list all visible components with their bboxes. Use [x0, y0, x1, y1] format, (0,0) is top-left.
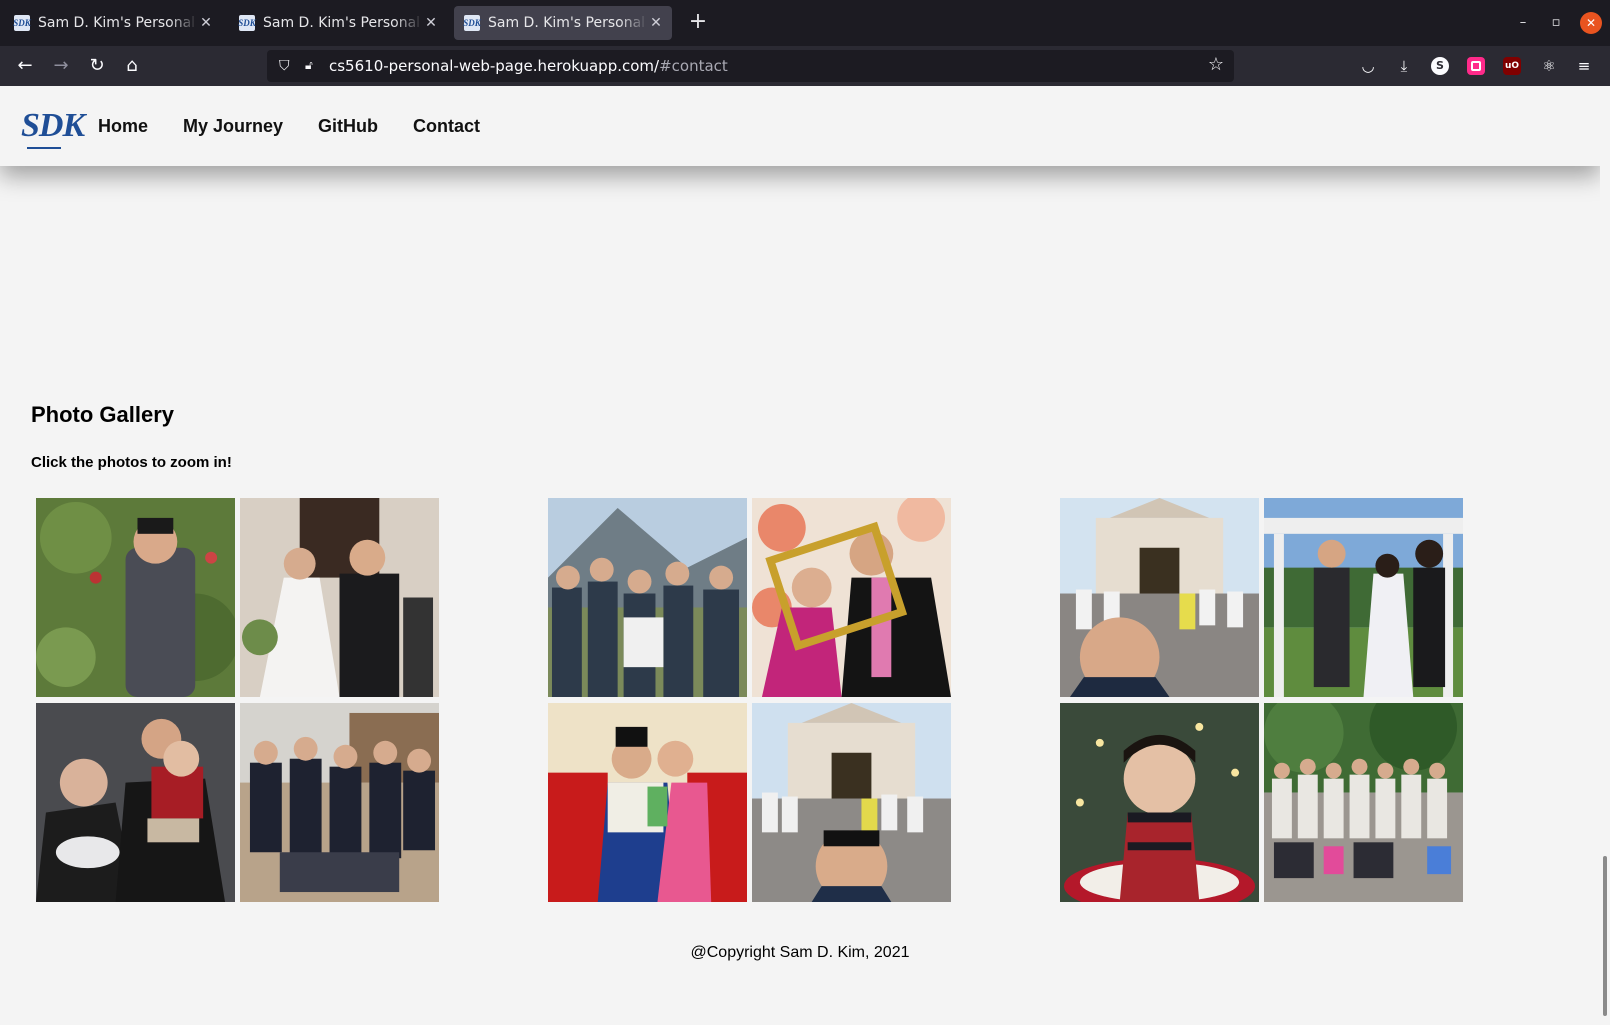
site-favicon-icon: SDK: [463, 15, 481, 31]
scrollbar-thumb[interactable]: [1603, 856, 1607, 1016]
back-arrow-icon[interactable]: ←: [10, 52, 40, 80]
extension-pink-icon[interactable]: [1467, 57, 1485, 75]
photo-group-2: [548, 498, 951, 902]
page-viewport: SDK Home My Journey GitHub Contact Photo…: [0, 86, 1600, 1025]
ublock-origin-icon[interactable]: uO: [1503, 57, 1521, 75]
tab-close-icon[interactable]: ✕: [648, 15, 664, 31]
tab-close-icon[interactable]: ✕: [198, 15, 214, 31]
gallery-photo-wedding-officiant[interactable]: [1264, 498, 1463, 697]
nav-link-contact[interactable]: Contact: [413, 116, 480, 137]
gallery-photo-friends-indoors[interactable]: [240, 703, 439, 902]
insecure-lock-icon[interactable]: 🔓︎: [305, 58, 321, 74]
site-navbar: SDK Home My Journey GitHub Contact: [0, 86, 1600, 166]
address-bar[interactable]: ⛉ 🔓︎ cs5610-personal-web-page.herokuapp.…: [267, 50, 1234, 82]
browser-toolbar: ← → ↻ ⌂ ⛉ 🔓︎ cs5610-personal-web-page.he…: [0, 46, 1610, 86]
pocket-icon[interactable]: ◡: [1357, 55, 1379, 77]
tab-title: Sam D. Kim's Personal Web Page: [263, 15, 423, 31]
gallery-photo-frame-couple[interactable]: [752, 498, 951, 697]
downloads-icon[interactable]: ⤓: [1393, 55, 1415, 77]
tab-strip: SDK Sam D. Kim's Personal Web Page ✕ SDK…: [0, 0, 1610, 46]
gallery-photo-apple-orchard[interactable]: [36, 498, 235, 697]
sdk-logo[interactable]: SDK: [21, 107, 85, 149]
photo-group-1: [36, 498, 439, 902]
extension-s-icon[interactable]: S: [1431, 57, 1449, 75]
gallery-photo-wedding[interactable]: [240, 498, 439, 697]
app-menu-hamburger-icon[interactable]: ≡: [1573, 55, 1595, 77]
minimize-window-icon[interactable]: –: [1512, 12, 1534, 34]
tab-title: Sam D. Kim's Personal Web Page: [38, 15, 198, 31]
footer-copyright: @Copyright Sam D. Kim, 2021: [690, 944, 910, 961]
gallery-photo-large-group[interactable]: [1264, 703, 1463, 902]
gallery-photo-family-portrait[interactable]: [36, 703, 235, 902]
browser-tab-1[interactable]: SDK Sam D. Kim's Personal Web Page ✕: [4, 6, 222, 40]
page-scrollbar[interactable]: [1600, 86, 1610, 1025]
react-devtools-icon[interactable]: ⚛: [1538, 55, 1560, 77]
gallery-photo-baby-christmas[interactable]: [1060, 703, 1259, 902]
gallery-heading: Photo Gallery: [31, 402, 175, 427]
gallery-subtitle: Click the photos to zoom in!: [31, 454, 232, 471]
url-text[interactable]: cs5610-personal-web-page.herokuapp.com/#…: [329, 57, 728, 75]
gallery-photo-mountain-group[interactable]: [548, 498, 747, 697]
photo-group-3: [1060, 498, 1463, 902]
home-icon[interactable]: ⌂: [117, 52, 147, 80]
forward-arrow-icon[interactable]: →: [46, 52, 76, 80]
close-window-icon[interactable]: ✕: [1580, 12, 1602, 34]
gallery-photo-amusement-park[interactable]: [1060, 498, 1259, 697]
bookmark-star-icon[interactable]: ☆: [1208, 54, 1224, 75]
new-tab-plus-icon[interactable]: +: [684, 9, 712, 37]
reload-icon[interactable]: ↻: [82, 52, 112, 80]
browser-tab-3-active[interactable]: SDK Sam D. Kim's Personal Web Page ✕: [454, 6, 672, 40]
restore-window-icon[interactable]: ▫: [1545, 12, 1567, 34]
browser-tab-2[interactable]: SDK Sam D. Kim's Personal Web Page ✕: [229, 6, 447, 40]
site-favicon-icon: SDK: [238, 15, 256, 31]
tab-close-icon[interactable]: ✕: [423, 15, 439, 31]
tab-title: Sam D. Kim's Personal Web Page: [488, 15, 648, 31]
nav-link-home[interactable]: Home: [98, 116, 148, 137]
gallery-photo-selfie-crowd[interactable]: [752, 703, 951, 902]
gallery-photo-hanbok[interactable]: [548, 703, 747, 902]
site-favicon-icon: SDK: [13, 15, 31, 31]
tracking-shield-icon[interactable]: ⛉: [279, 58, 295, 74]
nav-link-github[interactable]: GitHub: [318, 116, 378, 137]
nav-link-my-journey[interactable]: My Journey: [183, 116, 283, 137]
